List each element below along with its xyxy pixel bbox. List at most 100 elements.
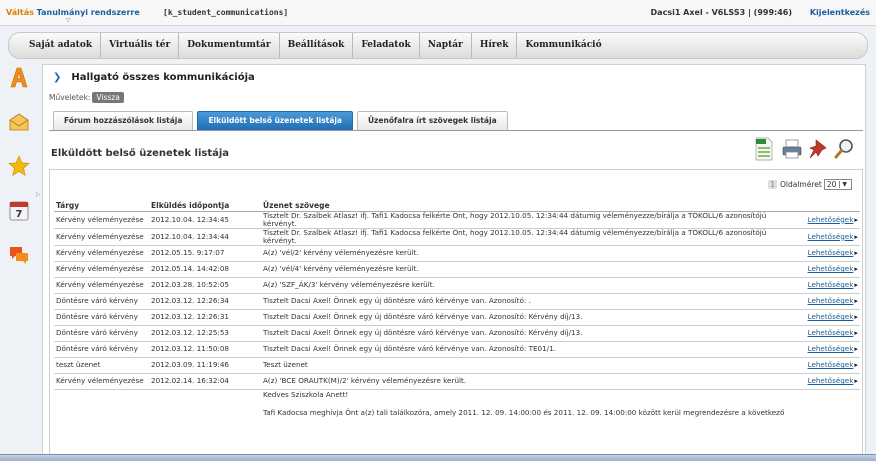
options-cell: Lehetőségek (801, 357, 860, 374)
subject-cell: Döntésre váró kérvény (54, 325, 149, 342)
empty-cell (149, 389, 261, 425)
column-header: Tárgy (54, 200, 149, 212)
collapse-arrow-icon[interactable]: ▷ (36, 191, 41, 198)
table-row[interactable]: Kérvény véleményezése 2012.10.04. 12:34:4… (54, 211, 860, 229)
nav-item[interactable]: Hírek (472, 33, 518, 58)
nav-item[interactable]: Saját adatok (21, 33, 102, 58)
chevron-down-icon[interactable]: ▽ (66, 17, 71, 24)
nav-item[interactable]: Virtuális tér (101, 33, 180, 58)
message-cell: Tisztelt Dacsi Axel! Önnek egy új döntés… (261, 309, 801, 326)
table-row[interactable]: Kérvény véleményezése 2012.10.04. 12:34:4… (54, 228, 860, 246)
nav-item[interactable]: Naptár (420, 33, 472, 58)
table-row[interactable]: Kérvény véleményezése 2012.05.15. 9:17:07… (54, 245, 860, 262)
switch-label: Váltás (6, 8, 34, 17)
table-row[interactable]: Kérvény véleményezése 2012.02.14. 16:32:0… (54, 373, 860, 390)
options-cell: Lehetőségek (801, 309, 860, 326)
empty-cell (54, 389, 149, 425)
table-row[interactable]: Döntésre váró kérvény 2012.03.12. 12:26:3… (54, 309, 860, 326)
date-cell: 2012.02.14. 16:32:04 (149, 373, 261, 390)
switch-system-link[interactable]: Váltás Tanulmányi rendszerre (6, 8, 140, 17)
context-label: [k_student_communications] (163, 8, 289, 17)
chevron-down-icon: ▼ (839, 181, 849, 188)
tab-2[interactable]: Üzenőfalra írt szövegek listája (356, 111, 508, 130)
options-cell: Lehetőségek (801, 228, 860, 246)
envelope-icon[interactable] (8, 111, 30, 133)
date-cell: 2012.03.12. 12:26:34 (149, 293, 261, 310)
calendar-day-text: 7 (16, 209, 23, 220)
table-row[interactable]: Döntésre váró kérvény 2012.03.12. 12:25:5… (54, 325, 860, 342)
options-link[interactable]: Lehetőségek (808, 296, 858, 305)
nav-item[interactable]: Feladatok (353, 33, 420, 58)
date-cell: 2012.03.12. 12:25:53 (149, 325, 261, 342)
empty-cell (801, 389, 860, 425)
page-title: ❯ Hallgató összes kommunikációja (53, 72, 255, 83)
tab-divider (49, 130, 863, 131)
options-link[interactable]: Lehetőségek (808, 376, 858, 385)
message-cell: Tisztelt Dacsi Axel! Önnek egy új döntés… (261, 293, 801, 310)
nav-item[interactable]: Beállítások (280, 33, 354, 58)
table-row[interactable]: Kérvény véleményezése 2012.03.28. 10:52:0… (54, 277, 860, 294)
message-cell: Kedves Sziszkola Anett! Tafi Kadocsa megh… (261, 389, 801, 425)
pin-icon[interactable] (807, 137, 829, 161)
search-icon[interactable] (833, 137, 855, 161)
table-row[interactable]: Kérvény véleményezése 2012.05.14. 14:42:0… (54, 261, 860, 278)
table-row[interactable]: Döntésre váró kérvény 2012.03.12. 12:26:3… (54, 293, 860, 310)
chevron-right-icon: ❯ (53, 72, 62, 83)
options-cell: Lehetőségek (801, 341, 860, 358)
a-letter-icon[interactable] (8, 66, 30, 88)
excel-export-icon[interactable] (753, 137, 775, 161)
calendar-icon[interactable]: 7 (8, 199, 30, 221)
table-row[interactable]: teszt üzenet 2012.03.09. 11:19:46 Teszt üz… (54, 357, 860, 374)
table-row[interactable]: Kedves Sziszkola Anett! Tafi Kadocsa megh… (54, 389, 860, 425)
options-link[interactable]: Lehetőségek (808, 312, 858, 321)
messages-table: Tárgy Elküldés időpontja Üzenet szövege Ké… (54, 200, 860, 425)
tab-1[interactable]: Elküldött belső üzenetek listája (197, 111, 353, 130)
tab-0[interactable]: Fórum hozzászólások listája (53, 111, 194, 130)
date-cell: 2012.03.09. 11:19:46 (149, 357, 261, 374)
subject-cell: Kérvény véleményezése (54, 228, 149, 246)
subject-cell: teszt üzenet (54, 357, 149, 374)
options-link[interactable]: Lehetőségek (808, 280, 858, 289)
user-info: Dacsi1 Axel - V6LSS3 | (999:46) (650, 8, 792, 17)
page-number[interactable]: 1 (768, 180, 777, 189)
logout-link[interactable]: Kijelentkezés (810, 8, 870, 17)
taskbar (0, 454, 876, 461)
operations-bar: Műveletek: Vissza (49, 92, 124, 103)
table-row[interactable]: Döntésre váró kérvény 2012.03.12. 11:50:0… (54, 341, 860, 358)
options-link[interactable]: Lehetőségek (808, 360, 858, 369)
options-cell: Lehetőségek (801, 277, 860, 294)
page-title-text: Hallgató összes kommunikációja (71, 72, 255, 83)
date-cell: 2012.10.04. 12:34:44 (149, 228, 261, 246)
date-cell: 2012.10.04. 12:34:45 (149, 211, 261, 229)
page-size-select[interactable]: 20 ▼ (823, 179, 852, 190)
options-cell: Lehetőségek (801, 373, 860, 390)
column-header (801, 200, 860, 212)
options-link[interactable]: Lehetőségek (808, 328, 858, 337)
system-name-label: Tanulmányi rendszerre (33, 8, 140, 17)
options-cell: Lehetőségek (801, 245, 860, 262)
message-line: Tafi Kadocsa meghívja Önt a(z) tali talá… (263, 407, 785, 417)
pager: 1 Oldalméret 20 ▼ (768, 179, 852, 190)
subject-cell: Kérvény véleményezése (54, 261, 149, 278)
subject-cell: Kérvény véleményezése (54, 277, 149, 294)
options-link[interactable]: Lehetőségek (808, 264, 858, 273)
nav-item[interactable]: Dokumentumtár (179, 33, 280, 58)
nav-item[interactable]: Kommunikáció (517, 33, 609, 58)
back-button[interactable]: Vissza (92, 92, 124, 103)
side-toolbar: ▷ 7 (0, 60, 41, 461)
options-link[interactable]: Lehetőségek (808, 232, 858, 241)
message-cell: A(z) 'vél/2' kérvény véleményezésre kerü… (261, 245, 801, 262)
options-cell: Lehetőségek (801, 293, 860, 310)
star-icon[interactable] (8, 155, 30, 177)
subject-cell: Kérvény véleményezése (54, 245, 149, 262)
column-header: Üzenet szövege (261, 200, 801, 212)
message-cell: A(z) 'SZF_ÁK/3' kérvény véleményezésre k… (261, 277, 801, 294)
print-icon[interactable] (781, 137, 803, 161)
page-size-label: Oldalméret (780, 180, 822, 189)
chat-bubbles-icon[interactable] (8, 244, 30, 266)
options-link[interactable]: Lehetőségek (808, 344, 858, 353)
options-link[interactable]: Lehetőségek (808, 215, 858, 224)
message-cell: A(z) 'BCE ORAUTK(M)/2' kérvény véleménye… (261, 373, 801, 390)
options-link[interactable]: Lehetőségek (808, 248, 858, 257)
message-cell: A(z) 'vél/4' kérvény véleményezésre kerü… (261, 261, 801, 278)
